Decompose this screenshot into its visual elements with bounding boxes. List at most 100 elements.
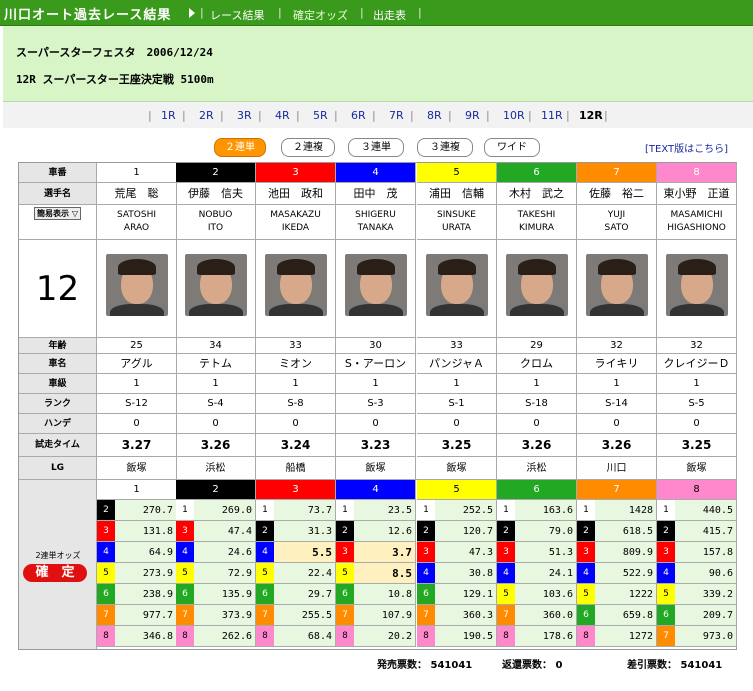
- odds-cell: 6 10.8: [336, 584, 416, 605]
- racer-roman-name: SHIGERU TANAKA: [336, 205, 416, 240]
- racer-name: 佐藤 裕二: [577, 183, 657, 205]
- odds-cell: 1 269.0: [176, 500, 256, 521]
- odds-cell: 4 24.1: [497, 563, 577, 584]
- racer-age: 33: [417, 338, 497, 354]
- racer-photo-cell: [176, 240, 256, 338]
- race-link-2[interactable]: 2R: [199, 109, 214, 122]
- odds-cell: 3 47.3: [417, 542, 497, 563]
- display-mode-select[interactable]: 簡易表示 ▽: [34, 207, 81, 220]
- nav-entry-list[interactable]: 出走表: [373, 7, 406, 23]
- race-link-4[interactable]: 4R: [275, 109, 290, 122]
- racer-roman-name: SINSUKE URATA: [417, 205, 497, 240]
- race-separator: |: [566, 109, 570, 122]
- odds-cell: 2 12.6: [336, 521, 416, 542]
- odds-value: 120.7: [462, 526, 493, 537]
- racer-number: 1: [97, 163, 177, 183]
- racer-handicap: 0: [336, 414, 416, 434]
- race-link-9[interactable]: 9R: [465, 109, 480, 122]
- odds-cell: 1 252.5: [417, 500, 497, 521]
- odds-first-number: 4: [336, 480, 416, 500]
- bet-tab-1[interactable]: ２連単: [214, 138, 266, 157]
- racer-roman-name: TAKESHI KIMURA: [497, 205, 577, 240]
- racer-handicap: 0: [497, 414, 577, 434]
- odds-value: 30.8: [468, 568, 493, 579]
- racer-photo: [426, 254, 488, 316]
- odds-second-number: 2: [417, 521, 435, 541]
- odds-first-number: 3: [256, 480, 336, 500]
- odds-second-number: 3: [417, 542, 435, 562]
- odds-value: 252.5: [462, 505, 493, 516]
- racer-handicap: 0: [577, 414, 657, 434]
- racer-lg: 飯塚: [417, 457, 497, 480]
- odds-value: 262.6: [221, 631, 252, 642]
- racer-handicap: 0: [417, 414, 497, 434]
- race-link-1[interactable]: 1R: [161, 109, 176, 122]
- arrow-right-icon: [189, 8, 195, 18]
- site-title: 川口オート過去レース結果: [4, 8, 172, 23]
- race-link-11[interactable]: 11R: [541, 109, 563, 122]
- racer-bike: ライキリ: [577, 354, 657, 374]
- odds-cell: 2 415.7: [657, 521, 737, 542]
- race-separator: |: [258, 109, 262, 122]
- row-label-bike: 車名: [19, 354, 97, 374]
- racer-number: 3: [256, 163, 336, 183]
- odds-second-number: 8: [417, 626, 435, 646]
- bet-tab-4[interactable]: ３連複: [417, 138, 473, 157]
- odds-second-number: 2: [577, 521, 595, 541]
- odds-second-number: 7: [176, 605, 194, 625]
- odds-second-number: 4: [657, 563, 675, 583]
- racer-age: 32: [577, 338, 657, 354]
- racer-trial: 3.25: [417, 434, 497, 457]
- refund-count: 返還票数： 0: [502, 660, 563, 671]
- nav-separator: |: [360, 6, 364, 19]
- odds-cell: 4 90.6: [657, 563, 737, 584]
- odds-value: 68.4: [307, 631, 332, 642]
- race-link-7[interactable]: 7R: [389, 109, 404, 122]
- bet-tab-2[interactable]: ２連複: [281, 138, 335, 157]
- race-separator: |: [220, 109, 224, 122]
- display-mode-cell: 簡易表示 ▽: [19, 205, 97, 240]
- racer-name: 池田 政和: [256, 183, 336, 205]
- racer-handicap: 0: [176, 414, 256, 434]
- sold-count: 発売票数： 541041: [377, 660, 473, 671]
- odds-value: 178.6: [542, 631, 573, 642]
- racer-name: 荒尾 聡: [97, 183, 177, 205]
- nav-race-result[interactable]: レース結果: [210, 7, 264, 23]
- odds-second-number: 3: [336, 542, 354, 562]
- odds-second-number: 8: [336, 626, 354, 646]
- odds-value: 255.5: [301, 610, 332, 621]
- odds-value: 270.7: [142, 505, 173, 516]
- race-link-8[interactable]: 8R: [427, 109, 442, 122]
- race-link-6[interactable]: 6R: [351, 109, 366, 122]
- odds-cell: 6 29.7: [256, 584, 336, 605]
- race-separator: |: [448, 109, 452, 122]
- odds-second-number: 5: [577, 584, 595, 604]
- racer-name: 田中 茂: [336, 183, 416, 205]
- odds-value: 522.9: [622, 568, 653, 579]
- racer-trial: 3.26: [577, 434, 657, 457]
- racer-bike: ミオン: [256, 354, 336, 374]
- odds-second-number: 1: [417, 500, 435, 520]
- odds-second-number: 3: [497, 542, 515, 562]
- racer-class: 1: [256, 374, 336, 394]
- race-link-3[interactable]: 3R: [237, 109, 252, 122]
- racer-handicap: 0: [256, 414, 336, 434]
- race-link-10[interactable]: 10R: [503, 109, 525, 122]
- odds-cell: 8 1272: [577, 626, 657, 647]
- racer-rank: S-3: [336, 394, 416, 414]
- nav-final-odds[interactable]: 確定オッズ: [293, 7, 348, 23]
- racer-rank: S-12: [97, 394, 177, 414]
- bet-tab-5[interactable]: ワイド: [484, 138, 540, 157]
- odds-second-number: 4: [497, 563, 515, 583]
- race-link-12[interactable]: 12R: [579, 109, 603, 122]
- bet-tab-3[interactable]: ３連単: [348, 138, 404, 157]
- odds-value: 51.3: [548, 547, 573, 558]
- race-title: 12R スーパースター王座決定戦 5100m: [16, 73, 214, 86]
- racer-photo: [586, 254, 648, 316]
- odds-second-number: 3: [657, 542, 675, 562]
- odds-cell: 6 209.7: [657, 605, 737, 626]
- odds-cell: 5 339.2: [657, 584, 737, 605]
- text-version-link[interactable]: [TEXT版はこちら]: [645, 140, 728, 155]
- odds-type-label: 2連単オッズ: [35, 551, 81, 560]
- race-link-5[interactable]: 5R: [313, 109, 328, 122]
